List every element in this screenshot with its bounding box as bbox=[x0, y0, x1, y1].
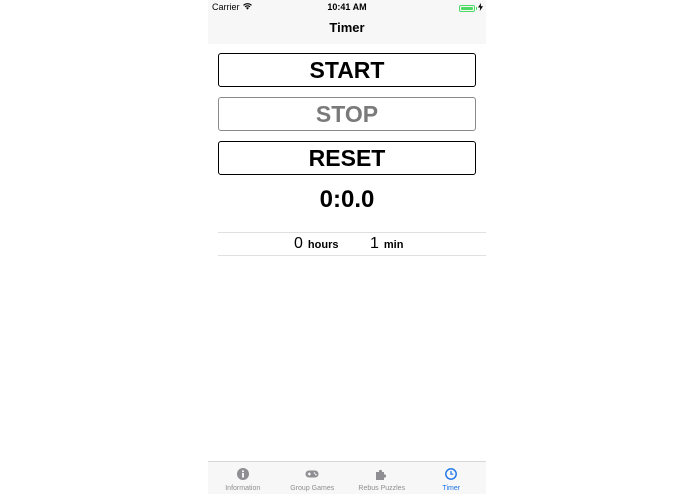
status-time: 10:41 AM bbox=[327, 2, 367, 12]
minutes-unit-label: min bbox=[383, 239, 404, 251]
stop-button[interactable]: STOP bbox=[218, 97, 476, 131]
tab-information[interactable]: Information bbox=[208, 462, 278, 494]
timer-display: 0:0.0 bbox=[319, 186, 375, 213]
tab-group-games[interactable]: Group Games bbox=[278, 462, 348, 494]
navigation-bar: Timer bbox=[208, 14, 486, 44]
tab-bar: Information Group Games Rebus Puzzles Ti… bbox=[208, 461, 486, 494]
minutes-value: 1 bbox=[370, 235, 379, 252]
clock-icon bbox=[444, 467, 458, 481]
tab-label-information: Information bbox=[225, 485, 261, 492]
puzzle-icon bbox=[375, 467, 389, 481]
hours-unit-label: hours bbox=[307, 239, 339, 251]
charging-icon bbox=[478, 3, 483, 13]
tab-rebus-puzzles[interactable]: Rebus Puzzles bbox=[347, 462, 417, 494]
tab-label-timer: Timer bbox=[442, 485, 461, 492]
battery-tip bbox=[476, 6, 477, 10]
battery-indicator bbox=[459, 3, 483, 13]
page: Carrier 10:41 AM Timer START STOP RESET … bbox=[0, 0, 695, 494]
tab-label-group-games: Group Games bbox=[290, 485, 335, 492]
hours-picker-column[interactable]: 0 hours bbox=[294, 235, 338, 253]
gamepad-icon bbox=[305, 467, 319, 481]
status-bar: Carrier 10:41 AM bbox=[208, 0, 486, 14]
tab-label-rebus-puzzles: Rebus Puzzles bbox=[358, 485, 406, 492]
battery-icon bbox=[459, 4, 475, 12]
reset-button[interactable]: RESET bbox=[218, 141, 476, 175]
phone-screen: Carrier 10:41 AM Timer START STOP RESET … bbox=[208, 0, 486, 494]
battery-fill bbox=[461, 6, 473, 10]
page-title: Timer bbox=[329, 20, 365, 35]
hours-value: 0 bbox=[294, 235, 303, 252]
tab-timer[interactable]: Timer bbox=[417, 462, 487, 494]
duration-picker[interactable]: 0 hours 1 min bbox=[218, 232, 486, 256]
start-button[interactable]: START bbox=[218, 53, 476, 87]
info-icon bbox=[236, 467, 250, 481]
minutes-picker-column[interactable]: 1 min bbox=[370, 235, 403, 253]
